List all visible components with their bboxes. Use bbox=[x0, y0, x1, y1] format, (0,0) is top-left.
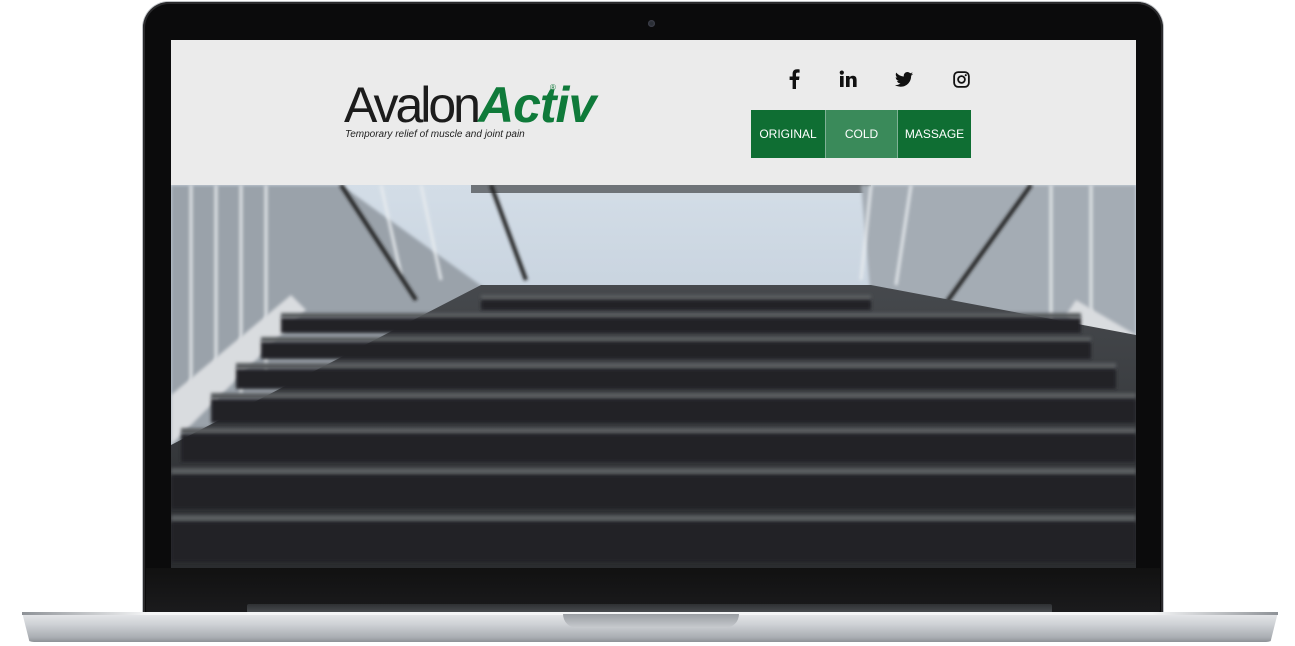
facebook-icon[interactable] bbox=[779, 64, 809, 94]
hero-video-banner bbox=[171, 185, 1136, 568]
brand-logo[interactable]: AvalonActiv ® Temporary relief of muscle… bbox=[344, 80, 604, 150]
laptop-screen: AvalonActiv ® Temporary relief of muscle… bbox=[171, 40, 1136, 568]
logo-wordmark: AvalonActiv bbox=[344, 77, 596, 133]
linkedin-icon[interactable] bbox=[833, 64, 863, 94]
nav-original-button[interactable]: ORIGINAL bbox=[751, 110, 825, 158]
instagram-icon[interactable] bbox=[946, 64, 976, 94]
logo-avalon-text: Avalon bbox=[344, 77, 481, 133]
webcam-icon bbox=[648, 20, 655, 27]
logo-activ-text: Activ bbox=[477, 77, 596, 133]
site-header: AvalonActiv ® Temporary relief of muscle… bbox=[171, 40, 1136, 185]
twitter-icon[interactable] bbox=[889, 64, 919, 94]
product-nav: ORIGINAL COLD MASSAGE bbox=[751, 110, 971, 158]
registered-mark: ® bbox=[550, 83, 556, 92]
nav-cold-button[interactable]: COLD bbox=[825, 110, 898, 158]
nav-massage-button[interactable]: MASSAGE bbox=[898, 110, 971, 158]
laptop-opening-notch bbox=[563, 614, 739, 628]
brand-tagline: Temporary relief of muscle and joint pai… bbox=[345, 129, 525, 140]
staircase-image bbox=[171, 185, 1136, 568]
social-links bbox=[779, 64, 970, 94]
